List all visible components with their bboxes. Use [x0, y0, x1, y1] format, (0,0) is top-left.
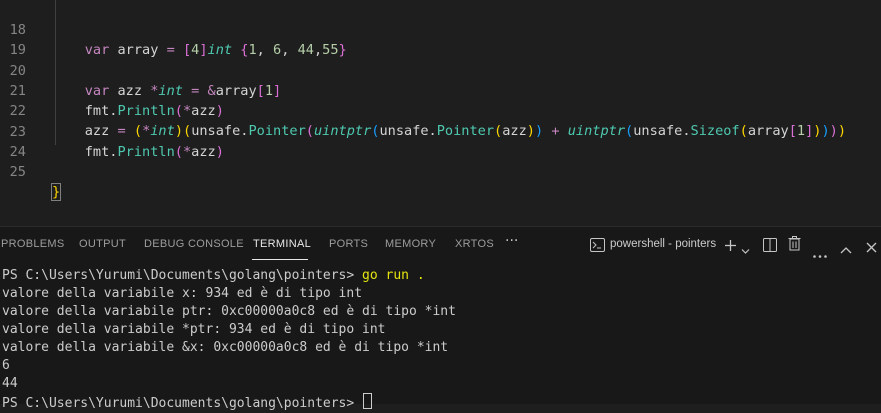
more-icon[interactable]	[813, 243, 827, 262]
trash-icon[interactable]	[788, 236, 801, 255]
bottom-panel: PROBLEMS OUTPUT DEBUG CONSOLE TERMINAL P…	[0, 226, 881, 411]
terminal-line: 44	[2, 376, 18, 391]
tab-ports[interactable]: PORTS	[329, 238, 368, 250]
maximize-icon[interactable]	[840, 239, 852, 258]
tab-terminal[interactable]: TERMINAL	[253, 238, 311, 250]
terminal-icon	[590, 237, 605, 256]
terminal-line: PS C:\Users\Yurumi\Documents\golang\poin…	[2, 393, 456, 411]
tab-output[interactable]: OUTPUT	[79, 238, 126, 250]
terminal-line: 6	[2, 358, 10, 373]
code-line-23[interactable]: 23 fmt.Println(*azz)	[0, 102, 224, 160]
prompt: PS C:\Users\Yurumi\Documents\golang\poin…	[2, 268, 363, 283]
code-line-19[interactable]: 19	[0, 20, 33, 58]
code-text: var array = [4]int {1, 6, 44,55}	[84, 42, 347, 58]
terminal-line: valore della variabile &x: 0xc00000a0c8 …	[2, 340, 449, 355]
active-tab-indicator	[252, 259, 308, 260]
chevron-down-icon[interactable]	[741, 240, 750, 259]
code-line-22[interactable]: 22 azz = (*int)(unsafe.Pointer(uintptr(u…	[0, 81, 846, 139]
command: go run .	[362, 268, 425, 283]
code-line-18[interactable]: 18 var array = [4]int {1, 6, 44,55}	[0, 0, 347, 58]
close-icon[interactable]	[866, 238, 877, 257]
terminal-output[interactable]: PS C:\Users\Yurumi\Documents\golang\poin…	[2, 267, 456, 411]
terminal-line: PS C:\Users\Yurumi\Documents\golang\poin…	[2, 267, 456, 285]
code-text: fmt.Println(*azz)	[84, 103, 224, 119]
code-line-20[interactable]: 20 var azz *int = &array[1]	[0, 41, 282, 99]
tab-problems[interactable]: PROBLEMS	[1, 238, 65, 250]
terminal-line: valore della variabile *ptr: 934 ed è di…	[2, 322, 386, 337]
code-line-24[interactable]: 24	[0, 122, 33, 160]
terminal-line: valore della variabile x: 934 ed è di ti…	[2, 286, 363, 301]
code-line-21[interactable]: 21 fmt.Println(*azz)	[0, 61, 224, 119]
tab-xrtos[interactable]: XRTOS	[455, 238, 494, 250]
code-editor[interactable]: 18 var array = [4]int {1, 6, 44,55} 19 2…	[0, 0, 881, 226]
line-number: 25	[9, 164, 26, 180]
panel-tabs: PROBLEMS OUTPUT DEBUG CONSOLE TERMINAL P…	[0, 227, 881, 261]
terminal-instance-name[interactable]: powershell - pointers	[610, 238, 716, 250]
add-icon[interactable]	[724, 237, 737, 256]
terminal-line: valore della variabile ptr: 0xc00000a0c8…	[2, 304, 456, 319]
split-icon[interactable]	[763, 237, 777, 256]
tab-memory[interactable]: MEMORY	[385, 238, 436, 250]
terminal-cursor	[363, 393, 373, 409]
code-text: fmt.Println(*azz)	[84, 144, 224, 160]
code-text: azz = (*int)(unsafe.Pointer(uintptr(unsa…	[84, 123, 847, 139]
code-line-25[interactable]: 25 }	[0, 142, 62, 201]
code-text: }	[50, 183, 62, 201]
tab-debug-console[interactable]: DEBUG CONSOLE	[144, 238, 244, 250]
more-tabs-icon[interactable]: ···	[505, 233, 518, 249]
code-text: var azz *int = &array[1]	[84, 83, 282, 99]
prompt: PS C:\Users\Yurumi\Documents\golang\poin…	[2, 396, 363, 411]
